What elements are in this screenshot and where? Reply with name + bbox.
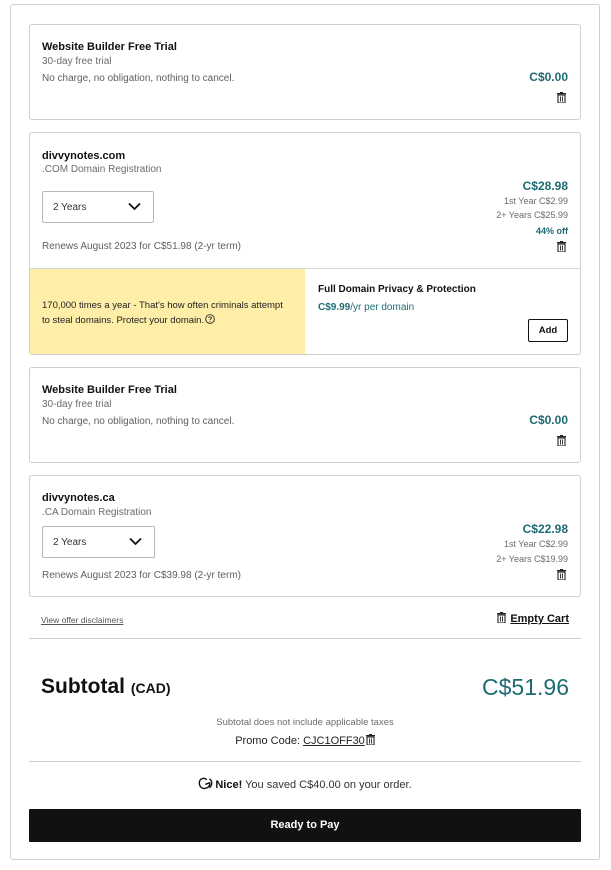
trash-icon[interactable] [557,241,566,252]
savings-message: Nice! You saved C$40.00 on your order. [29,777,581,791]
godaddy-logo-icon [198,777,213,790]
item-title: divvynotes.ca [42,492,115,504]
first-year-price: 1st Year C$2.99 [503,196,568,206]
subtotal-label: Subtotal (CAD) [41,675,171,699]
saved-prefix: Nice! [215,779,243,791]
subtotal-value: C$51.96 [482,674,569,700]
help-circle-icon[interactable] [205,314,215,324]
trash-icon[interactable] [557,92,566,103]
item-subtitle: 30-day free trial [42,399,112,410]
promo-code[interactable]: CJC1OFF30 [303,735,365,747]
saved-text: You saved C$40.00 on your order. [245,779,412,791]
first-year-price: 1st Year C$2.99 [503,539,568,549]
cart-item-website-builder-1: Website Builder Free Trial 30-day free t… [29,24,581,120]
tax-note: Subtotal does not include applicable tax… [216,717,394,728]
divider [29,638,581,639]
trash-icon[interactable] [557,435,566,446]
empty-cart-link[interactable]: Empty Cart [497,612,569,625]
discount-badge: 44% off [535,226,568,236]
item-price: C$0.00 [529,70,568,84]
item-subtitle: .CA Domain Registration [42,507,152,518]
promo-code-row: Promo Code: CJC1OFF30 [29,734,581,747]
trash-icon [497,612,507,623]
item-price: C$0.00 [529,413,568,427]
renewal-note: Renews August 2023 for C$39.98 (2-yr ter… [42,570,241,581]
item-subtitle: .COM Domain Registration [42,164,162,175]
term-select-value: 2 Years [53,537,87,548]
domain-privacy-upsell: 170,000 times a year - That's how often … [29,268,581,355]
item-subtitle: 30-day free trial [42,56,112,67]
chevron-down-icon [128,202,141,211]
item-note: No charge, no obligation, nothing to can… [42,73,235,84]
item-title: Website Builder Free Trial [42,384,177,396]
upsell-price-suffix: /yr per domain [350,302,415,313]
add-privacy-button[interactable]: Add [528,319,568,342]
upsell-message: 170,000 times a year - That's how often … [42,298,292,328]
upsell-price: C$9.99/yr per domain [318,302,414,313]
term-select-value: 2 Years [53,202,87,213]
item-price: C$28.98 [522,179,568,193]
divider [29,761,581,762]
term-select[interactable]: 2 Years [42,526,155,558]
upsell-price-amount: C$9.99 [318,302,351,313]
cart-links-row: View offer disclaimers Empty Cart [29,608,581,632]
renewal-years-price: 2+ Years C$25.99 [496,210,568,220]
empty-cart-label: Empty Cart [510,613,569,625]
upsell-title: Full Domain Privacy & Protection [318,284,476,295]
subtotal-label-text: Subtotal [41,675,125,698]
trash-icon[interactable] [365,734,375,745]
trash-icon[interactable] [557,569,566,580]
cart-item-domain-ca: divvynotes.ca .CA Domain Registration 2 … [29,475,581,597]
cart-item-domain-com: divvynotes.com .COM Domain Registration … [29,132,581,269]
item-note: No charge, no obligation, nothing to can… [42,416,235,427]
ready-to-pay-button[interactable]: Ready to Pay [29,809,581,842]
term-select[interactable]: 2 Years [42,191,154,223]
view-offer-disclaimers-link[interactable]: View offer disclaimers [41,615,123,625]
cart-item-website-builder-2: Website Builder Free Trial 30-day free t… [29,367,581,463]
chevron-down-icon [129,537,142,546]
currency-label: (CAD) [130,680,171,696]
item-title: Website Builder Free Trial [42,41,177,53]
promo-label: Promo Code: [235,735,300,747]
renewal-years-price: 2+ Years C$19.99 [496,554,568,564]
item-price: C$22.98 [522,522,568,536]
item-title: divvynotes.com [42,150,126,162]
renewal-note: Renews August 2023 for C$51.98 (2-yr ter… [42,241,241,252]
upsell-message-text: 170,000 times a year - That's how often … [42,300,283,326]
upsell-banner: 170,000 times a year - That's how often … [30,269,305,354]
